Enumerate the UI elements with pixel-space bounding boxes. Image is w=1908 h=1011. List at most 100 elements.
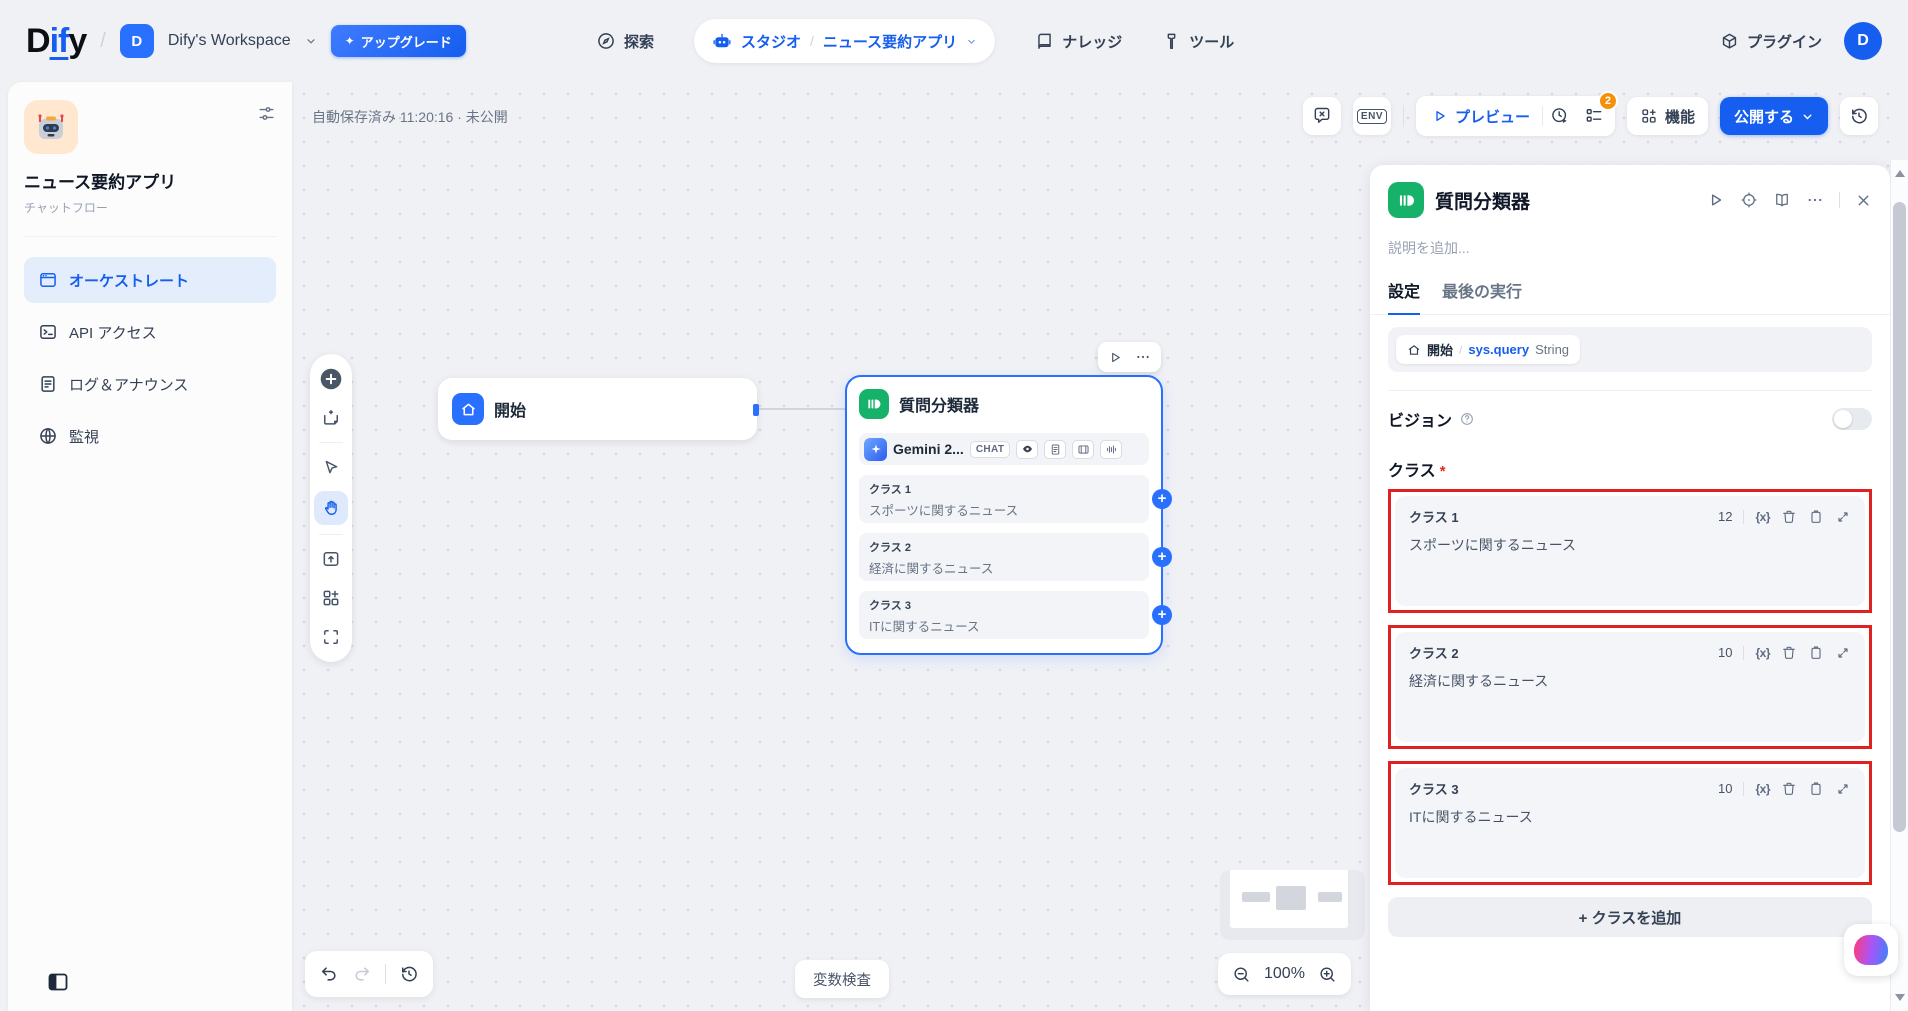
hand-tool-button[interactable]: [314, 491, 348, 525]
insert-variable-icon[interactable]: {x}: [1755, 646, 1770, 660]
app-icon[interactable]: [24, 100, 78, 154]
version-history-button[interactable]: [1840, 97, 1878, 135]
run-node-icon[interactable]: [1707, 191, 1725, 209]
model-selector[interactable]: Gemini 2... CHAT: [859, 433, 1149, 465]
close-icon[interactable]: [1855, 192, 1872, 209]
organize-blocks-button[interactable]: [316, 583, 346, 613]
redo-icon[interactable]: [352, 964, 372, 984]
workspace-avatar[interactable]: D: [120, 24, 154, 58]
add-node-button[interactable]: [316, 364, 346, 394]
question-classifier-node[interactable]: 質問分類器 Gemini 2... CHAT クラス 1 スポーツに関するニュー…: [845, 375, 1163, 655]
upgrade-button[interactable]: ✦アップグレード: [331, 25, 466, 57]
node-class-row[interactable]: クラス 2 経済に関するニュース: [859, 533, 1149, 581]
run-history-icon[interactable]: [1543, 99, 1577, 133]
pointer-tool-button[interactable]: [316, 452, 346, 482]
start-node[interactable]: 開始: [438, 378, 757, 440]
copy-icon[interactable]: [1808, 781, 1824, 797]
zoom-out-icon[interactable]: [1232, 965, 1251, 984]
divider: [385, 964, 386, 984]
add-branch-handle[interactable]: [1152, 489, 1172, 509]
nav-studio[interactable]: スタジオ: [741, 31, 801, 52]
nav-plugins[interactable]: プラグイン: [1720, 31, 1822, 52]
focus-node-icon[interactable]: [1740, 191, 1758, 209]
dify-logo[interactable]: Dify: [26, 22, 86, 61]
sidebar-item-logs[interactable]: ログ＆アナウンス: [24, 361, 276, 407]
vision-toggle[interactable]: [1832, 408, 1872, 430]
delete-icon[interactable]: [1781, 645, 1797, 661]
import-dsl-button[interactable]: [316, 544, 346, 574]
chat-variables-button[interactable]: [1303, 97, 1341, 135]
collapse-sidebar-icon[interactable]: [46, 970, 70, 994]
nav-tools[interactable]: ツール: [1162, 31, 1234, 52]
toggle-knob: [1834, 410, 1852, 428]
expand-icon[interactable]: [1835, 645, 1851, 661]
divider: [319, 534, 343, 535]
insert-variable-icon[interactable]: {x}: [1755, 510, 1770, 524]
expand-icon[interactable]: [1835, 509, 1851, 525]
panel-scrollbar[interactable]: [1890, 160, 1908, 1011]
insert-variable-icon[interactable]: {x}: [1755, 782, 1770, 796]
checklist-icon[interactable]: 2: [1577, 99, 1611, 133]
classifier-icon: [859, 389, 889, 419]
undo-icon[interactable]: [319, 964, 339, 984]
chevron-down-icon[interactable]: [305, 35, 317, 47]
chevron-down-icon[interactable]: [966, 36, 977, 47]
add-class-button[interactable]: + クラスを追加: [1388, 897, 1872, 937]
edge-source-handle[interactable]: [753, 404, 759, 416]
breadcrumb-app-name[interactable]: ニュース要約アプリ: [823, 31, 957, 52]
delete-icon[interactable]: [1781, 781, 1797, 797]
sidebar-item-monitoring[interactable]: 監視: [24, 413, 276, 459]
user-avatar[interactable]: D: [1844, 22, 1882, 60]
add-branch-handle[interactable]: [1152, 547, 1172, 567]
nav-knowledge[interactable]: ナレッジ: [1035, 31, 1122, 52]
zoom-level[interactable]: 100%: [1264, 965, 1305, 983]
variable-inspect-button[interactable]: 変数検査: [795, 960, 889, 998]
delete-icon[interactable]: [1781, 509, 1797, 525]
variable-chip[interactable]: 開始 / sys.query String: [1396, 335, 1580, 364]
scroll-up-arrow[interactable]: [1895, 170, 1905, 177]
publish-button[interactable]: 公開する: [1720, 97, 1828, 135]
nav-explore[interactable]: 探索: [596, 31, 654, 52]
zoom-in-icon[interactable]: [1318, 965, 1337, 984]
node-class-row[interactable]: クラス 3 ITに関するニュース: [859, 591, 1149, 639]
class-char-count: 10: [1718, 781, 1732, 796]
class-card[interactable]: クラス 3 10 {x} ITに関するニュース: [1395, 768, 1865, 878]
class-name: クラス 3: [1409, 779, 1459, 798]
model-type-badge: CHAT: [970, 441, 1011, 458]
sidebar-item-api-access[interactable]: API アクセス: [24, 309, 276, 355]
sidebar-item-orchestrate[interactable]: オーケストレート: [24, 257, 276, 303]
more-options-icon[interactable]: [1135, 349, 1151, 365]
fit-view-button[interactable]: [316, 622, 346, 652]
class-card[interactable]: クラス 2 10 {x} 経済に関するニュース: [1395, 632, 1865, 742]
expand-icon[interactable]: [1835, 781, 1851, 797]
run-node-icon[interactable]: [1108, 350, 1123, 365]
tab-settings[interactable]: 設定: [1388, 278, 1420, 314]
add-note-button[interactable]: [316, 403, 346, 433]
scroll-down-arrow[interactable]: [1895, 994, 1905, 1001]
description-placeholder[interactable]: 説明を追加...: [1388, 238, 1872, 258]
node-class-row[interactable]: クラス 1 スポーツに関するニュース: [859, 475, 1149, 523]
canvas-minimap[interactable]: [1220, 870, 1365, 940]
copy-icon[interactable]: [1808, 645, 1824, 661]
scrollbar-thumb[interactable]: [1893, 202, 1906, 832]
class-char-count: 10: [1718, 645, 1732, 660]
env-variables-button[interactable]: ENV: [1353, 97, 1391, 135]
extension-fab[interactable]: [1844, 924, 1898, 976]
class-description[interactable]: ITに関するニュース: [1409, 807, 1851, 827]
nav-studio-pill[interactable]: スタジオ / ニュース要約アプリ: [694, 19, 995, 63]
change-history-icon[interactable]: [399, 964, 419, 984]
preview-button[interactable]: プレビュー: [1420, 106, 1542, 127]
more-options-icon[interactable]: [1806, 191, 1824, 209]
divider: [1743, 510, 1744, 524]
features-button[interactable]: 機能: [1627, 97, 1708, 135]
docs-icon[interactable]: [1773, 191, 1791, 209]
tab-last-run[interactable]: 最後の実行: [1442, 278, 1522, 314]
class-description[interactable]: スポーツに関するニュース: [1409, 535, 1851, 555]
app-settings-icon[interactable]: [257, 104, 276, 123]
copy-icon[interactable]: [1808, 509, 1824, 525]
class-description[interactable]: 経済に関するニュース: [1409, 671, 1851, 691]
class-card[interactable]: クラス 1 12 {x} スポーツに関するニュース: [1395, 496, 1865, 606]
add-branch-handle[interactable]: [1152, 605, 1172, 625]
workspace-name[interactable]: Dify's Workspace: [168, 32, 291, 50]
help-icon[interactable]: [1459, 411, 1475, 427]
